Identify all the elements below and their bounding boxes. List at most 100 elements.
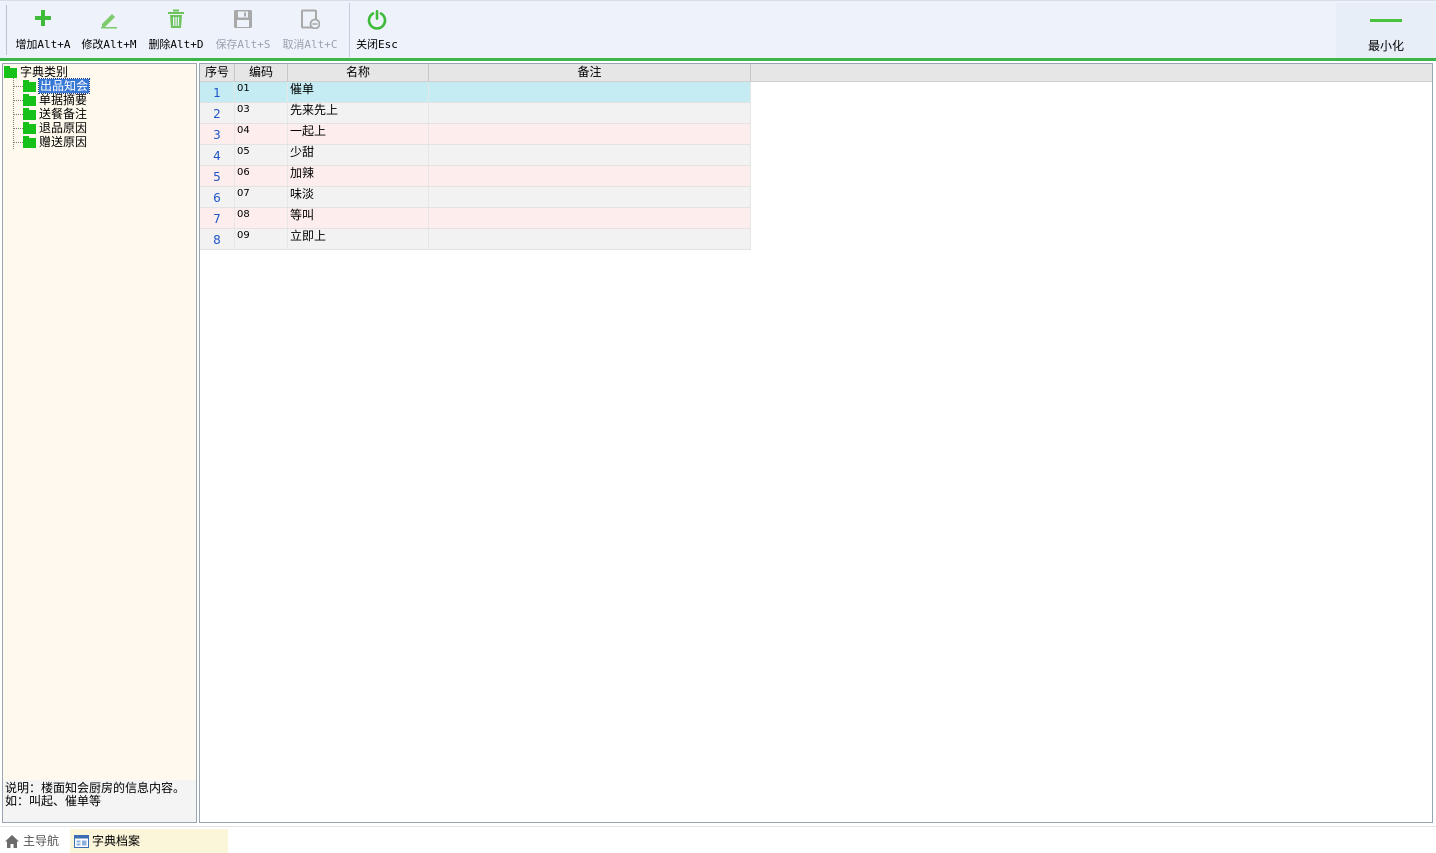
table-row[interactable]: 1 01 催单	[200, 82, 751, 103]
cell-seq[interactable]: 5	[200, 166, 235, 186]
pencil-icon	[78, 9, 140, 33]
power-icon	[353, 9, 401, 33]
cell-name[interactable]: 少甜	[288, 145, 429, 165]
add-button-label: 增加Alt+A	[15, 38, 71, 51]
table-row[interactable]: 7 08 等叫	[200, 208, 751, 229]
table-row[interactable]: 8 09 立即上	[200, 229, 751, 250]
table-row[interactable]: 5 06 加辣	[200, 166, 751, 187]
cell-code[interactable]: 06	[235, 166, 288, 186]
add-button[interactable]: 增加Alt+A	[12, 1, 74, 59]
toolbar-accent-line	[0, 58, 1436, 61]
delete-button[interactable]: 删除Alt+D	[144, 1, 208, 59]
category-tree-panel: 字典类别 出品知会 单据摘要 送餐备注 退品原因 赠送原因 说明：楼面知会厨房的…	[2, 63, 197, 823]
cell-code[interactable]: 07	[235, 187, 288, 207]
cell-name[interactable]: 催单	[288, 82, 429, 102]
tree-item-chupin-zhihui[interactable]: 出品知会	[23, 78, 91, 94]
cell-code[interactable]: 04	[235, 124, 288, 144]
save-button-label: 保存Alt+S	[215, 38, 271, 51]
toolbar-divider	[349, 3, 350, 57]
window-icon	[74, 835, 89, 848]
description-line-2: 如：叫起、催单等	[5, 794, 102, 808]
minimize-label: 最小化	[1367, 39, 1404, 53]
delete-button-label: 删除Alt+D	[148, 38, 204, 51]
folder-open-icon	[4, 65, 17, 78]
column-header-code[interactable]: 编码	[235, 64, 288, 81]
cell-code[interactable]: 08	[235, 208, 288, 228]
cell-name[interactable]: 等叫	[288, 208, 429, 228]
folder-icon	[23, 135, 36, 148]
cell-remark[interactable]	[429, 187, 751, 207]
plus-icon	[12, 9, 74, 33]
tree-connector	[13, 142, 23, 143]
edit-button-label: 修改Alt+M	[81, 38, 137, 51]
cancel-icon	[279, 9, 341, 33]
tree-item-label: 赠送原因	[39, 135, 88, 149]
cell-remark[interactable]	[429, 229, 751, 249]
tree-connector	[13, 77, 14, 149]
cell-remark[interactable]	[429, 166, 751, 186]
tree-item-label: 出品知会	[37, 78, 91, 94]
grid-header: 序号 编码 名称 备注	[200, 64, 1432, 82]
cell-seq[interactable]: 6	[200, 187, 235, 207]
folder-icon	[23, 93, 36, 106]
tab-home-label: 主导航	[23, 834, 60, 848]
cell-remark[interactable]	[429, 145, 751, 165]
table-row[interactable]: 4 05 少甜	[200, 145, 751, 166]
toolbar: 增加Alt+A 修改Alt+M 删除Alt+D 保存Alt+S 取消Alt+C …	[0, 0, 1436, 59]
cancel-button[interactable]: 取消Alt+C	[279, 1, 341, 59]
tree-item-tuipin-yuanyin[interactable]: 退品原因	[23, 121, 87, 135]
cell-name[interactable]: 一起上	[288, 124, 429, 144]
save-button[interactable]: 保存Alt+S	[212, 1, 274, 59]
close-button-label: 关闭Esc	[356, 38, 398, 51]
folder-icon	[23, 121, 36, 134]
category-description: 说明：楼面知会厨房的信息内容。 如：叫起、催单等	[3, 780, 196, 822]
edit-button[interactable]: 修改Alt+M	[78, 1, 140, 59]
tree-item-label: 送餐备注	[39, 107, 88, 121]
save-icon	[212, 9, 274, 33]
table-row[interactable]: 3 04 一起上	[200, 124, 751, 145]
tree-connector	[13, 100, 23, 101]
cell-code[interactable]: 03	[235, 103, 288, 123]
cell-seq[interactable]: 2	[200, 103, 235, 123]
cell-seq[interactable]: 7	[200, 208, 235, 228]
tree-item-label: 退品原因	[39, 121, 88, 135]
tree-item-zengsong-yuanyin[interactable]: 赠送原因	[23, 135, 87, 149]
column-header-remark[interactable]: 备注	[429, 64, 751, 81]
tree-item-danju-zhaiyao[interactable]: 单据摘要	[23, 93, 87, 107]
cell-remark[interactable]	[429, 103, 751, 123]
bottom-tab-bar: 主导航 字典档案	[0, 826, 1436, 853]
toolbar-grip	[6, 5, 7, 55]
tree-connector	[13, 86, 23, 87]
cell-seq[interactable]: 1	[200, 82, 235, 102]
cell-name[interactable]: 先来先上	[288, 103, 429, 123]
dictionary-grid-panel: 序号 编码 名称 备注 1 01 催单 2 03 先来先上 3 04 一起上 4 05 少甜 5 06 加辣…	[199, 63, 1433, 823]
cell-remark[interactable]	[429, 82, 751, 102]
column-header-seq[interactable]: 序号	[200, 64, 235, 81]
column-header-name[interactable]: 名称	[288, 64, 429, 81]
folder-icon	[23, 79, 36, 92]
tab-home-nav[interactable]: 主导航	[4, 829, 66, 853]
close-button[interactable]: 关闭Esc	[353, 1, 401, 59]
tree-connector	[13, 114, 23, 115]
tree-root-label: 字典类别	[20, 65, 69, 79]
cell-code[interactable]: 01	[235, 82, 288, 102]
cell-seq[interactable]: 8	[200, 229, 235, 249]
minimize-icon	[1370, 19, 1402, 22]
table-row[interactable]: 6 07 味淡	[200, 187, 751, 208]
minimize-button[interactable]: 最小化	[1336, 3, 1436, 59]
tab-dictionary-archive[interactable]: 字典档案	[70, 829, 228, 853]
cell-code[interactable]: 09	[235, 229, 288, 249]
cell-name[interactable]: 加辣	[288, 166, 429, 186]
cell-name[interactable]: 立即上	[288, 229, 429, 249]
cell-seq[interactable]: 3	[200, 124, 235, 144]
table-row[interactable]: 2 03 先来先上	[200, 103, 751, 124]
cell-code[interactable]: 05	[235, 145, 288, 165]
cell-remark[interactable]	[429, 208, 751, 228]
cell-remark[interactable]	[429, 124, 751, 144]
trash-icon	[144, 9, 208, 33]
cell-name[interactable]: 味淡	[288, 187, 429, 207]
tree-item-songcan-beizhu[interactable]: 送餐备注	[23, 107, 87, 121]
folder-icon	[23, 107, 36, 120]
cell-seq[interactable]: 4	[200, 145, 235, 165]
tree-root[interactable]: 字典类别	[4, 65, 68, 79]
